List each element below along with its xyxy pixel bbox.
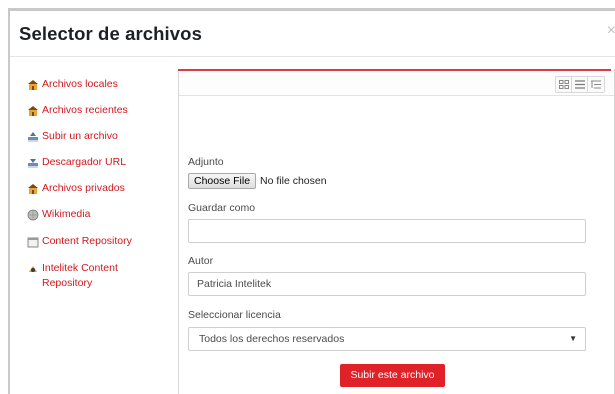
sidebar-item-label: Descargador URL — [42, 156, 127, 168]
file-input: Choose File No file chosen — [188, 173, 327, 189]
sidebar-item-local-files[interactable]: Archivos locales — [27, 77, 118, 92]
repository-sidebar: Archivos locales Archivos recientes Subi… — [10, 57, 176, 394]
sidebar-item-intelitek-content-repository[interactable]: Intelitek Content Repository — [27, 261, 167, 291]
dialog-title: Selector de archivos — [19, 23, 202, 44]
license-selected-value: Todos los derechos reservados — [199, 333, 345, 345]
choose-file-button[interactable]: Choose File — [188, 173, 257, 189]
save-as-label: Guardar como — [188, 202, 256, 214]
sidebar-item-label: Wikimedia — [42, 208, 91, 220]
sidebar-item-label: Subir un archivo — [42, 130, 118, 142]
view-mode-group — [555, 76, 605, 93]
close-icon[interactable]: × — [607, 23, 615, 39]
upload-icon — [27, 131, 39, 143]
repository-icon — [27, 105, 39, 117]
license-label: Seleccionar licencia — [188, 309, 281, 321]
sidebar-item-recent-files[interactable]: Archivos recientes — [27, 103, 128, 118]
attachment-label: Adjunto — [188, 156, 224, 168]
dialog-header: Selector de archivos × — [10, 11, 615, 57]
sidebar-item-content-repository[interactable]: Content Repository — [27, 234, 132, 249]
save-as-input[interactable] — [188, 219, 586, 243]
sidebar-item-private-files[interactable]: Archivos privados — [27, 181, 125, 196]
author-label: Autor — [188, 255, 214, 267]
panel-accent-border — [178, 69, 611, 71]
content-repository-icon — [27, 236, 39, 248]
sidebar-item-label: Archivos privados — [42, 182, 125, 194]
sidebar-item-label: Intelitek Content Repository — [42, 262, 118, 289]
file-picker-dialog: Selector de archivos × Archivos locales … — [10, 11, 615, 394]
file-status-text: No file chosen — [260, 175, 327, 187]
intelitek-icon — [27, 263, 39, 275]
upload-panel: Adjunto Choose File No file chosen Guard… — [178, 69, 615, 394]
view-toolbar — [179, 71, 614, 96]
sidebar-item-wikimedia[interactable]: Wikimedia — [27, 207, 90, 222]
list-view-icon[interactable] — [572, 77, 588, 92]
wikimedia-icon — [27, 209, 39, 221]
sidebar-item-label: Content Repository — [42, 235, 132, 247]
license-select[interactable]: Todos los derechos reservados ▼ — [188, 327, 586, 351]
tree-view-icon[interactable] — [588, 77, 604, 92]
sidebar-item-upload[interactable]: Subir un archivo — [27, 129, 118, 144]
sidebar-item-label: Archivos locales — [42, 78, 118, 90]
url-download-icon — [27, 157, 39, 169]
icon-view-icon[interactable] — [556, 77, 572, 92]
repository-icon — [27, 79, 39, 91]
dropdown-caret-icon: ▼ — [569, 334, 577, 343]
sidebar-item-url-downloader[interactable]: Descargador URL — [27, 155, 126, 170]
repository-icon — [27, 183, 39, 195]
author-input[interactable]: Patricia Intelitek — [188, 272, 586, 296]
sidebar-item-label: Archivos recientes — [42, 104, 128, 116]
upload-submit-button[interactable]: Subir este archivo — [340, 364, 445, 387]
